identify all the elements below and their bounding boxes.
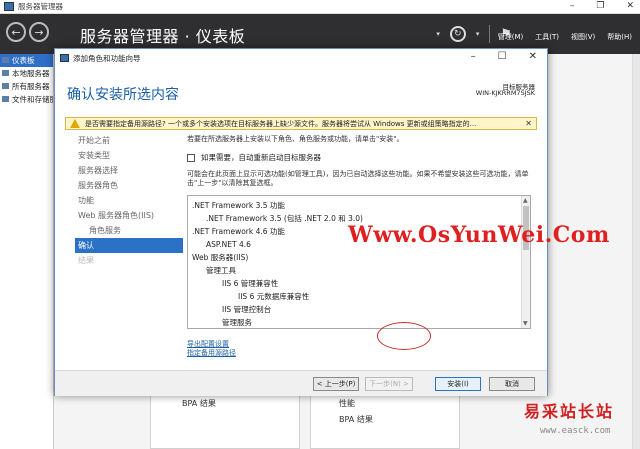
- wizard-step-item[interactable]: 安装类型: [75, 148, 183, 163]
- wizard-step-item[interactable]: Web 服务器角色(IIS): [75, 208, 183, 223]
- wizard-step-item[interactable]: 服务器角色: [75, 178, 183, 193]
- install-highlight-circle: [377, 322, 431, 350]
- close-icon[interactable]: ✕: [626, 1, 634, 11]
- wizard-step-item[interactable]: 功能: [75, 193, 183, 208]
- wizard-steps-nav: 开始之前 安装类型 服务器选择 服务器角色 功能 Web 服务器角色(IIS) 角色服务 确认…: [75, 133, 183, 268]
- cancel-button[interactable]: 取消: [489, 377, 535, 391]
- selected-features-list[interactable]: .NET Framework 3.5 功能 .NET Framework 3.5 …: [187, 195, 531, 329]
- performance-label[interactable]: 性能: [339, 398, 355, 409]
- install-button[interactable]: 安装(I): [435, 377, 481, 391]
- header-menu-item[interactable]: 工具(T): [535, 32, 559, 42]
- alternate-source-path-link[interactable]: 指定备用源路径: [187, 349, 236, 358]
- feature-list-item: .NET Framework 3.5 功能: [192, 201, 285, 210]
- destination-server-value: WIN-KJKRRM7SJSK: [475, 89, 535, 97]
- previous-button[interactable]: < 上一步(P): [313, 377, 359, 391]
- server-manager-sidebar: 仪表板本地服务器所有服务器文件和存储服务: [0, 54, 54, 449]
- dashboard-tile-left[interactable]: [150, 394, 300, 449]
- dashboard-tile-right[interactable]: [310, 394, 460, 449]
- sidebar-item[interactable]: 文件和存储服务: [0, 93, 53, 106]
- server-manager-titlebar: 服务器管理器 – ❐ ✕: [0, 0, 640, 14]
- divider: [489, 25, 491, 43]
- auto-restart-checkbox[interactable]: [187, 153, 195, 162]
- breadcrumb: 服务器管理器 · 仪表板: [80, 27, 246, 46]
- maximize-icon[interactable]: ☐: [498, 51, 507, 62]
- auto-restart-label: 如果需要，自动重新启动目标服务器: [201, 153, 321, 162]
- bpa-results-label[interactable]: BPA 结果: [339, 414, 373, 425]
- source-path-warning-banner[interactable]: 是否需要指定备用源路径? 一个或多个安装选项在目标服务器上缺少源文件。服务器将尝…: [65, 117, 537, 130]
- feature-list-item: IIS 管理控制台: [222, 305, 272, 314]
- wizard-step-item[interactable]: 角色服务: [75, 223, 183, 238]
- auto-restart-option[interactable]: 如果需要，自动重新启动目标服务器: [187, 152, 539, 163]
- dashboard-scrollbar[interactable]: [632, 54, 640, 449]
- wizard-header: 确认安装所选内容 目标服务器 WIN-KJKRRM7SJSK: [55, 67, 547, 115]
- sidebar-item[interactable]: 所有服务器: [0, 80, 53, 93]
- header-menu-bar: 管理(M) 工具(T) 视图(V) 帮助(H): [498, 32, 632, 42]
- watermark-text: Www.OsYunWei.Com: [348, 222, 610, 248]
- wizard-step-item[interactable]: 确认: [75, 238, 183, 253]
- corner-watermark: 易采站长站: [524, 402, 615, 421]
- feature-list-item: IIS 6 管理兼容性: [222, 279, 279, 288]
- wizard-step-item: 结果: [78, 256, 94, 265]
- next-button[interactable]: 下一步(N) >: [365, 377, 413, 391]
- wizard-step-item[interactable]: 服务器选择: [75, 163, 183, 178]
- feature-list-item: 管理服务: [222, 318, 252, 327]
- server-manager-app-icon: [4, 2, 14, 11]
- header-menu-item[interactable]: 管理(M): [498, 32, 524, 42]
- warning-text: 是否需要指定备用源路径? 一个或多个安装选项在目标服务器上缺少源文件。服务器将尝…: [85, 119, 477, 128]
- wizard-step-item[interactable]: 开始之前: [75, 133, 183, 148]
- server-manager-window-title: 服务器管理器: [18, 2, 63, 11]
- back-arrow-icon[interactable]: ←: [6, 22, 26, 42]
- wizard-links: 导出配置设置 指定备用源路径: [187, 340, 236, 358]
- header-menu-item[interactable]: 帮助(H): [607, 32, 632, 42]
- page-title: 确认安装所选内容: [67, 87, 179, 103]
- warning-icon: [70, 119, 80, 128]
- close-icon[interactable]: ✕: [529, 51, 537, 62]
- dismiss-icon[interactable]: ✕: [525, 119, 532, 128]
- feature-list-item: Web 服务器(IIS): [192, 253, 249, 262]
- wizard-window-title: 添加角色和功能向导: [73, 53, 141, 63]
- wizard-titlebar: 添加角色和功能向导 – ☐ ✕: [55, 49, 547, 67]
- dropdown-chevron-icon[interactable]: ▾: [436, 30, 440, 38]
- sidebar-item[interactable]: 本地服务器: [0, 67, 53, 80]
- maximize-icon[interactable]: ❐: [596, 1, 604, 11]
- export-config-link[interactable]: 导出配置设置: [187, 340, 236, 349]
- wizard-app-icon: [60, 54, 69, 62]
- sidebar-item[interactable]: 仪表板: [0, 54, 53, 67]
- wizard-button-bar: < 上一步(P) 下一步(N) > 安装(I) 取消: [55, 370, 547, 396]
- bpa-results-label[interactable]: BPA 结果: [182, 398, 216, 409]
- refresh-icon[interactable]: ↻: [449, 26, 466, 42]
- corner-watermark-url: www.easck.com: [540, 426, 611, 436]
- features-list-scrollbar[interactable]: ▲ ▼: [521, 196, 530, 328]
- minimize-icon[interactable]: –: [570, 1, 575, 11]
- scroll-up-icon[interactable]: ▲: [523, 197, 528, 204]
- optional-features-note: 可能会在此页面上显示可选功能(如管理工具)，因为已自动选择这些功能。如果不希望安…: [187, 170, 529, 187]
- feature-list-item: IIS 6 元数据库兼容性: [238, 292, 310, 301]
- minimize-icon[interactable]: –: [471, 51, 476, 62]
- install-intro-text: 若要在所选服务器上安装以下角色、角色服务或功能，请单击"安装"。: [187, 135, 404, 143]
- dropdown-chevron-icon[interactable]: ▾: [476, 30, 480, 38]
- confirmation-content: 若要在所选服务器上安装以下角色、角色服务或功能，请单击"安装"。 如果需要，自动…: [187, 133, 539, 357]
- forward-arrow-icon[interactable]: →: [29, 22, 49, 42]
- scroll-down-icon[interactable]: ▼: [523, 320, 528, 327]
- header-menu-item[interactable]: 视图(V): [571, 32, 595, 42]
- feature-list-item: 管理工具: [206, 266, 236, 275]
